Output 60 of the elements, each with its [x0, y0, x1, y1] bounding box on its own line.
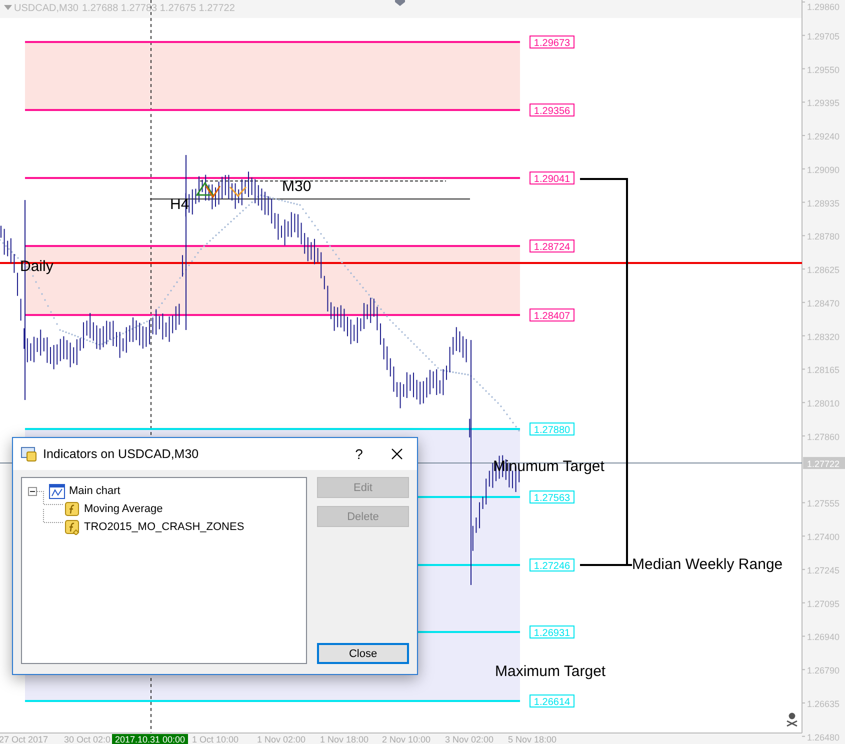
tree-item[interactable]: TRO2015_MO_CRASH_ZONES [84, 521, 244, 533]
price-tick: 1.27555 [807, 498, 840, 509]
price-tick: 1.29090 [807, 164, 840, 175]
level-price-tag: 1.29041 [530, 172, 574, 185]
help-button[interactable]: ? [339, 446, 379, 462]
price-tick: 1.26790 [807, 666, 840, 676]
price-tick: 1.28320 [807, 332, 840, 342]
time-tick: 1 Oct 10:00 [192, 734, 239, 744]
level-price-tag: 1.27880 [530, 422, 574, 436]
price-tick: 1.26480 [807, 732, 840, 742]
level-price-tag: 1.28407 [530, 308, 574, 322]
chart-annotation: Median Weekly Range [632, 556, 783, 573]
chart-window-icon [49, 484, 65, 498]
close-icon[interactable] [391, 448, 403, 460]
tree-item[interactable]: Main chart [69, 485, 120, 497]
price-tick: 1.29705 [807, 31, 840, 42]
indicator-icon [65, 502, 80, 516]
signal-arrows-drawing [196, 182, 247, 198]
dialog-title: Indicators on USDCAD,M30 [43, 447, 200, 461]
time-tick: 1 Nov 18:00 [320, 734, 369, 744]
level-price-tag: 1.29356 [530, 104, 574, 117]
price-tick: 1.27245 [807, 565, 840, 576]
marker-icon [395, 0, 405, 6]
level-price-tag: 1.26931 [530, 626, 574, 639]
price-tick: 1.26940 [807, 632, 840, 642]
chart-quotes: 1.27688 1.27783 1.27675 1.27722 [82, 3, 235, 14]
collapse-icon[interactable] [28, 486, 45, 496]
time-tick: 3 Nov 02:00 [445, 734, 494, 744]
price-tick: 1.28780 [807, 232, 840, 242]
skull-icon [786, 712, 798, 727]
time-tick: 2 Nov 10:00 [382, 734, 431, 744]
time-tick: 30 Oct 02:0 [64, 734, 111, 744]
price-tick: 1.27095 [807, 598, 840, 609]
level-price-tag: 1.29673 [530, 36, 574, 49]
dialog-button[interactable]: Close [317, 643, 409, 664]
time-tick: 1 Nov 02:00 [257, 734, 306, 744]
time-tick: 5 Nov 18:00 [508, 734, 557, 744]
chart-symbol: USDCAD,M30 [14, 3, 78, 14]
price-tick: 1.28470 [807, 298, 840, 308]
indicators-window-icon [21, 446, 37, 462]
price-tick: 1.29240 [807, 132, 840, 142]
price-tick: 1.29395 [807, 98, 840, 108]
price-tick: 1.29860 [807, 2, 840, 12]
level-price-tag: 1.26614 [530, 694, 574, 708]
price-tick: 1.28935 [807, 198, 840, 208]
selected-time-tag: 2017.10.31 00:00 [112, 734, 188, 744]
price-tick: 1.28010 [807, 398, 840, 409]
custom-indicator-icon [65, 520, 80, 534]
chart-annotation: M30 [282, 178, 312, 195]
level-price-tag: 1.27563 [530, 490, 574, 504]
price-tick: 1.28165 [807, 365, 840, 376]
price-tick: 1.29550 [807, 64, 840, 75]
price-tick: 1.27400 [807, 532, 840, 542]
level-price-tag: 1.28724 [530, 240, 574, 253]
level-price-tag: 1.27246 [530, 558, 574, 572]
chart-annotation: Maximum Target [495, 663, 606, 680]
price-tick: 1.28625 [807, 265, 840, 276]
price-tick: 1.26635 [807, 698, 840, 709]
price-tick: 1.27860 [807, 432, 840, 442]
tree-item[interactable]: Moving Average [84, 503, 163, 515]
